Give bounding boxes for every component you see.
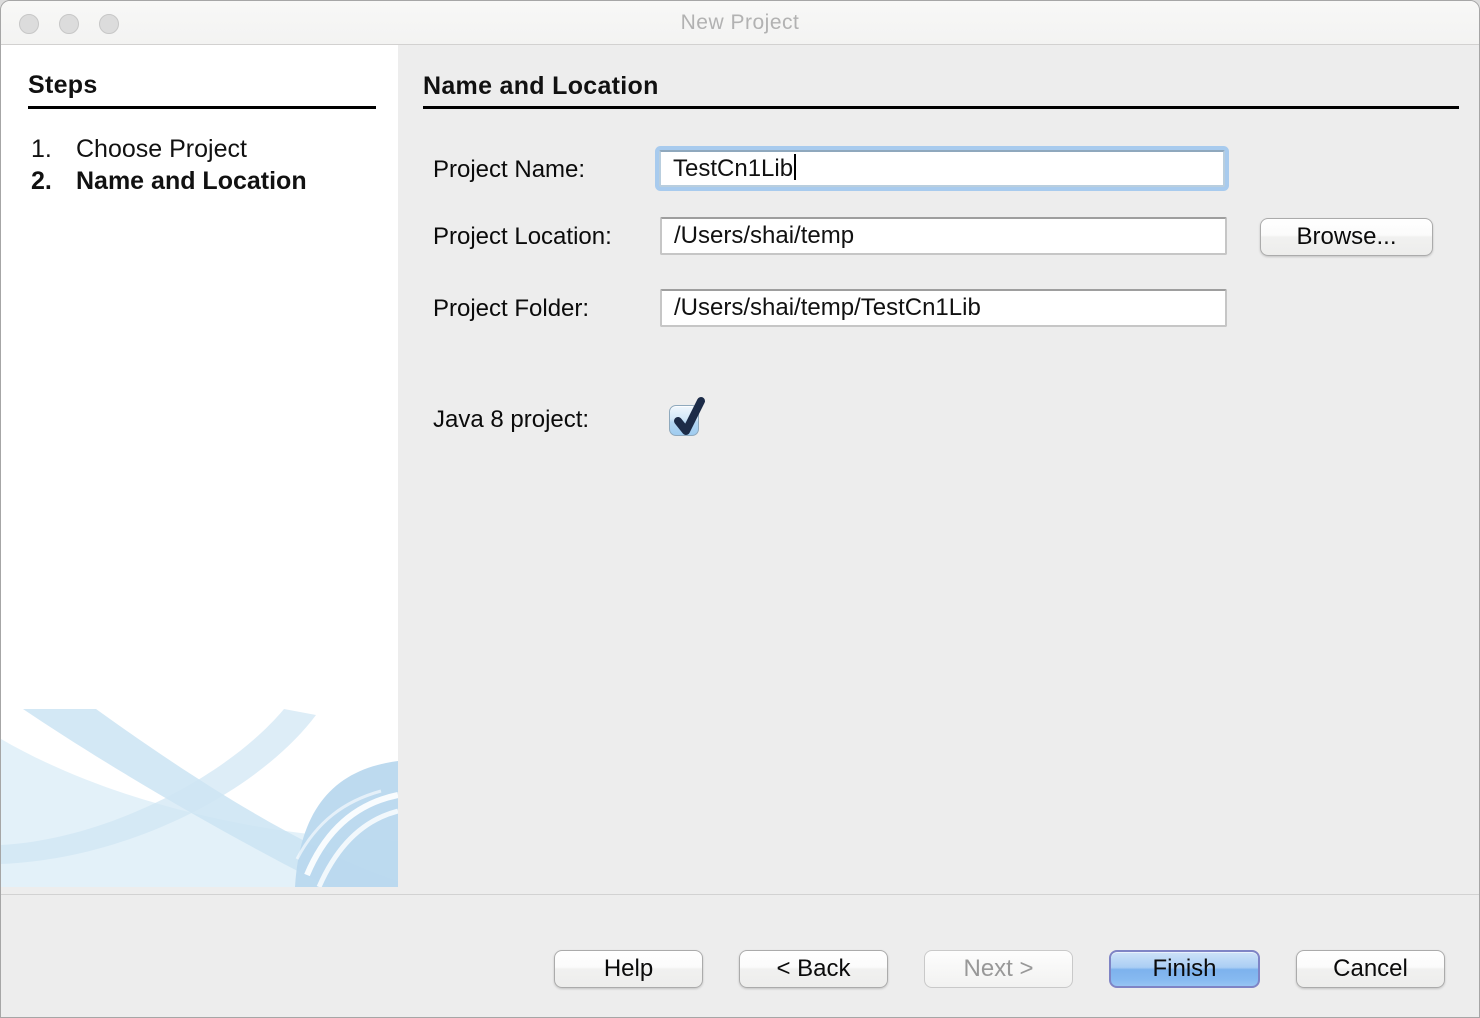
project-name-label: Project Name: [433,156,585,184]
project-location-label: Project Location: [433,223,612,251]
text-caret [794,154,796,180]
project-folder-value: /Users/shai/temp/TestCn1Lib [674,294,981,321]
step-number: 1. [31,133,76,165]
step-number: 2. [31,165,76,197]
project-location-value: /Users/shai/temp [674,222,854,249]
finish-button[interactable]: Finish [1109,950,1260,988]
project-folder-label: Project Folder: [433,295,589,323]
project-folder-input[interactable]: /Users/shai/temp/TestCn1Lib [660,289,1227,327]
window-title: New Project [1,1,1479,45]
step-item-name-and-location: 2. Name and Location [1,165,398,197]
checkmark-icon [672,393,706,439]
project-name-input[interactable]: TestCn1Lib [659,150,1225,187]
dialog-body: Steps 1. Choose Project 2. Name and Loca… [1,45,1479,894]
back-button[interactable]: < Back [739,950,888,988]
java8-project-checkbox[interactable] [669,405,699,436]
steps-panel: Steps 1. Choose Project 2. Name and Loca… [1,45,398,887]
cancel-button[interactable]: Cancel [1296,950,1445,988]
titlebar: New Project [1,1,1479,45]
step-label: Name and Location [76,165,307,197]
help-button[interactable]: Help [554,950,703,988]
button-bar: Help < Back Next > Finish Cancel [1,894,1479,1018]
step-item-choose-project: 1. Choose Project [1,133,398,165]
project-location-input[interactable]: /Users/shai/temp [660,217,1227,255]
name-and-location-panel: Name and Location Project Name: TestCn1L… [398,45,1479,894]
steps-list: 1. Choose Project 2. Name and Location [1,133,398,197]
new-project-window: New Project Steps 1. Choose Project 2. N… [0,0,1480,1018]
project-name-value: TestCn1Lib [673,155,793,182]
browse-button[interactable]: Browse... [1260,218,1433,256]
netbeans-swoosh-watermark-icon [1,709,398,887]
steps-heading: Steps [28,71,376,109]
section-heading: Name and Location [423,72,1459,109]
java8-project-label: Java 8 project: [433,406,589,434]
step-label: Choose Project [76,133,247,165]
next-button: Next > [924,950,1073,988]
